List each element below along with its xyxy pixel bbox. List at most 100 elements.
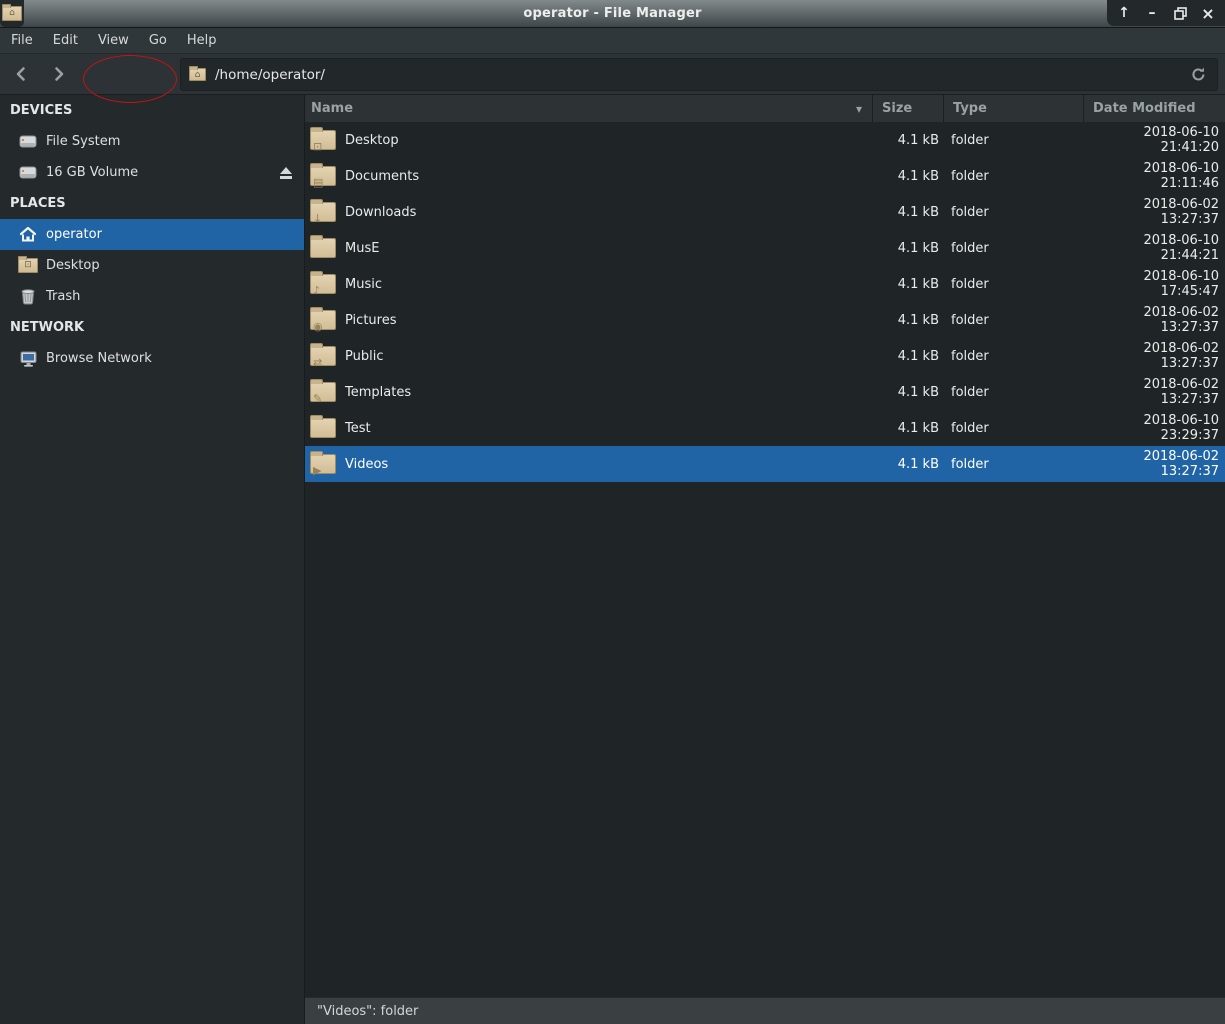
sidebar-item-label: Browse Network bbox=[46, 351, 152, 366]
sidebar-item-label: Desktop bbox=[46, 258, 100, 273]
file-name: Documents bbox=[345, 169, 419, 184]
path-home-folder-icon: ⌂ bbox=[189, 68, 206, 81]
minimize-button[interactable]: – bbox=[1141, 2, 1163, 24]
file-date-modified: 2018-06-02 13:27:37 bbox=[1083, 377, 1225, 407]
sidebar-item-desktop[interactable]: ⊡ Desktop bbox=[0, 250, 304, 281]
file-date-modified: 2018-06-02 13:27:37 bbox=[1083, 197, 1225, 227]
table-row-desktop[interactable]: ⊡ Desktop 4.1 kB folder 2018-06-10 21:41… bbox=[305, 122, 1225, 158]
table-row-muse[interactable]: MusE 4.1 kB folder 2018-06-10 21:44:21 bbox=[305, 230, 1225, 266]
window-title: operator - File Manager bbox=[0, 0, 1225, 28]
window-menu-button[interactable]: ⌂ bbox=[0, 0, 24, 27]
statusbar: "Videos": folder bbox=[305, 997, 1225, 1024]
folder-icon: ▤ bbox=[310, 166, 336, 186]
trash-icon bbox=[18, 287, 38, 307]
sidebar-item-browse-network[interactable]: Browse Network bbox=[0, 343, 304, 374]
menu-file[interactable]: File bbox=[1, 28, 43, 54]
file-size: 4.1 kB bbox=[872, 313, 943, 328]
column-header-type[interactable]: Type bbox=[943, 95, 1083, 122]
menu-edit[interactable]: Edit bbox=[43, 28, 88, 54]
folder-icon: ♪ bbox=[310, 274, 336, 294]
column-header-size[interactable]: Size bbox=[872, 95, 943, 122]
shade-up-button[interactable]: ↑ bbox=[1113, 2, 1135, 24]
maximize-icon bbox=[1173, 6, 1188, 21]
file-type: folder bbox=[943, 205, 1083, 220]
folder-icon bbox=[310, 418, 336, 438]
file-type: folder bbox=[943, 169, 1083, 184]
file-size: 4.1 kB bbox=[872, 205, 943, 220]
table-row-documents[interactable]: ▤ Documents 4.1 kB folder 2018-06-10 21:… bbox=[305, 158, 1225, 194]
file-type: folder bbox=[943, 421, 1083, 436]
sidebar-item-16gb-volume[interactable]: 16 GB Volume bbox=[0, 157, 304, 188]
hard-drive-icon bbox=[18, 163, 38, 183]
table-header: Name ▾ Size Type Date Modified bbox=[305, 95, 1225, 122]
forward-button[interactable] bbox=[42, 57, 76, 91]
file-name: Desktop bbox=[345, 133, 399, 148]
file-size: 4.1 kB bbox=[872, 349, 943, 364]
sidebar-item-label: 16 GB Volume bbox=[46, 165, 138, 180]
chevron-right-icon bbox=[50, 65, 68, 83]
file-size: 4.1 kB bbox=[872, 385, 943, 400]
file-date-modified: 2018-06-10 21:44:21 bbox=[1083, 233, 1225, 263]
table-row-pictures[interactable]: ◉ Pictures 4.1 kB folder 2018-06-02 13:2… bbox=[305, 302, 1225, 338]
file-type: folder bbox=[943, 313, 1083, 328]
file-name: Music bbox=[345, 277, 382, 292]
file-name: Videos bbox=[345, 457, 388, 472]
file-date-modified: 2018-06-10 23:29:37 bbox=[1083, 413, 1225, 443]
column-header-date-modified[interactable]: Date Modified bbox=[1083, 95, 1225, 122]
folder-icon: ↓ bbox=[310, 202, 336, 222]
file-size: 4.1 kB bbox=[872, 277, 943, 292]
table-row-public[interactable]: ⇄ Public 4.1 kB folder 2018-06-02 13:27:… bbox=[305, 338, 1225, 374]
folder-icon: ◉ bbox=[310, 310, 336, 330]
sidebar-item-trash[interactable]: Trash bbox=[0, 281, 304, 312]
maximize-button[interactable] bbox=[1169, 2, 1191, 24]
table-row-templates[interactable]: ✎ Templates 4.1 kB folder 2018-06-02 13:… bbox=[305, 374, 1225, 410]
statusbar-text: "Videos": folder bbox=[317, 1004, 418, 1019]
file-name: Downloads bbox=[345, 205, 416, 220]
file-size: 4.1 kB bbox=[872, 421, 943, 436]
file-date-modified: 2018-06-02 13:27:37 bbox=[1083, 341, 1225, 371]
folder-icon: ✎ bbox=[310, 382, 336, 402]
column-header-name[interactable]: Name ▾ bbox=[305, 95, 872, 122]
reload-button[interactable] bbox=[1188, 64, 1209, 85]
file-date-modified: 2018-06-10 21:11:46 bbox=[1083, 161, 1225, 191]
sort-descending-icon: ▾ bbox=[856, 102, 862, 116]
current-path: /home/operator/ bbox=[215, 67, 1188, 83]
path-bar[interactable]: ⌂ /home/operator/ bbox=[180, 58, 1218, 91]
table-row-test[interactable]: Test 4.1 kB folder 2018-06-10 23:29:37 bbox=[305, 410, 1225, 446]
window-controls: ↑ – × bbox=[1107, 0, 1225, 26]
file-date-modified: 2018-06-02 13:27:37 bbox=[1083, 305, 1225, 335]
table-row-music[interactable]: ♪ Music 4.1 kB folder 2018-06-10 17:45:4… bbox=[305, 266, 1225, 302]
menu-go[interactable]: Go bbox=[139, 28, 177, 54]
minimize-icon: – bbox=[1149, 5, 1156, 21]
close-icon: × bbox=[1201, 4, 1214, 23]
sidebar-item-label: Trash bbox=[46, 289, 80, 304]
home-icon bbox=[18, 225, 38, 245]
eject-icon[interactable] bbox=[278, 166, 294, 180]
file-date-modified: 2018-06-10 21:41:20 bbox=[1083, 125, 1225, 155]
file-type: folder bbox=[943, 241, 1083, 256]
sidebar-item-operator-home[interactable]: operator bbox=[0, 219, 304, 250]
file-manager-window: operator - File Manager ⌂ ↑ – × bbox=[0, 0, 1225, 1024]
sidebar-item-file-system[interactable]: File System bbox=[0, 126, 304, 157]
refresh-icon bbox=[1190, 66, 1207, 83]
file-type: folder bbox=[943, 349, 1083, 364]
close-button[interactable]: × bbox=[1197, 2, 1219, 24]
menu-view[interactable]: View bbox=[88, 28, 139, 54]
folder-icon bbox=[310, 238, 336, 258]
file-size: 4.1 kB bbox=[872, 457, 943, 472]
file-type: folder bbox=[943, 277, 1083, 292]
table-row-downloads[interactable]: ↓ Downloads 4.1 kB folder 2018-06-02 13:… bbox=[305, 194, 1225, 230]
toolbar: ⌂ /home/operator/ bbox=[0, 54, 1225, 95]
table-row-videos[interactable]: ▶ Videos 4.1 kB folder 2018-06-02 13:27:… bbox=[305, 446, 1225, 482]
file-name: MusE bbox=[345, 241, 379, 256]
file-name: Templates bbox=[345, 385, 411, 400]
sidebar-header-network: NETWORK bbox=[0, 312, 304, 343]
file-size: 4.1 kB bbox=[872, 241, 943, 256]
menubar: File Edit View Go Help bbox=[0, 28, 1225, 54]
app-home-folder-icon: ⌂ bbox=[2, 6, 22, 21]
titlebar[interactable]: operator - File Manager ⌂ ↑ – × bbox=[0, 0, 1225, 28]
file-size: 4.1 kB bbox=[872, 133, 943, 148]
back-button[interactable] bbox=[4, 57, 38, 91]
menu-help[interactable]: Help bbox=[177, 28, 227, 54]
file-date-modified: 2018-06-10 17:45:47 bbox=[1083, 269, 1225, 299]
